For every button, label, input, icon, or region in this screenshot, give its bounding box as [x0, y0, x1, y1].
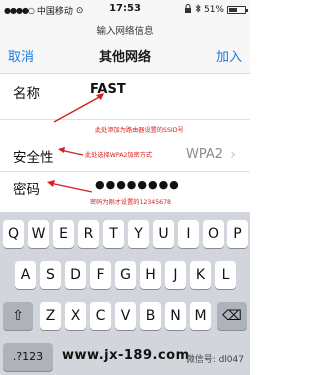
battery-icon	[227, 6, 248, 14]
key-t[interactable]: T	[103, 220, 124, 248]
key-p[interactable]: P	[227, 220, 248, 248]
network-form: 名称 FAST 此处添加为路由器设置的SSID号 安全性 此处选择WPA2加密方…	[0, 74, 250, 212]
password-label: 密码	[13, 182, 40, 198]
key-b[interactable]: B	[140, 302, 161, 330]
name-row[interactable]: 名称 FAST 此处添加为路由器设置的SSID号	[0, 74, 250, 134]
key-c[interactable]: C	[90, 302, 111, 330]
key-x[interactable]: X	[65, 302, 86, 330]
page-title: 其他网络	[98, 50, 151, 65]
key-l[interactable]: L	[215, 261, 236, 289]
bluetooth-icon	[195, 4, 201, 16]
security-value: WPA2	[186, 147, 224, 162]
key-i[interactable]: I	[178, 220, 199, 248]
key-m[interactable]: M	[190, 302, 211, 330]
key-q[interactable]: Q	[3, 220, 24, 248]
password-annotation: 密码为刚才设置的12345678	[90, 199, 171, 206]
key-v[interactable]: V	[115, 302, 136, 330]
key-d[interactable]: D	[65, 261, 86, 289]
password-row[interactable]: 密码 ●●●●●●●● 密码为刚才设置的12345678	[0, 174, 250, 212]
name-label: 名称	[13, 86, 40, 102]
join-button[interactable]: 加入	[216, 46, 242, 65]
key-f[interactable]: F	[90, 261, 111, 289]
key-z[interactable]: Z	[40, 302, 61, 330]
numbers-key[interactable]: .?123	[3, 343, 53, 371]
password-field[interactable]: ●●●●●●●●	[95, 178, 180, 191]
key-h[interactable]: H	[140, 261, 161, 289]
key-a[interactable]: A	[15, 261, 36, 289]
password-arrow-icon	[47, 180, 93, 193]
security-arrow-icon	[58, 147, 84, 156]
name-annotation: 此处添加为路由器设置的SSID号	[95, 127, 184, 134]
shift-key[interactable]: ⇧	[3, 302, 33, 330]
key-s[interactable]: S	[40, 261, 61, 289]
chevron-right-icon: ›	[230, 145, 236, 163]
key-w[interactable]: W	[28, 220, 49, 248]
status-bar: ●●●●○ 中国移动 ⊙ 17:53 51%	[0, 0, 250, 19]
security-label: 安全性	[13, 150, 54, 166]
key-k[interactable]: K	[190, 261, 211, 289]
key-g[interactable]: G	[115, 261, 136, 289]
key-e[interactable]: E	[53, 220, 74, 248]
key-j[interactable]: J	[165, 261, 186, 289]
nav-subtitle: 输入网络信息	[96, 26, 154, 37]
security-annotation: 此处选择WPA2加密方式	[85, 152, 153, 159]
key-n[interactable]: N	[165, 302, 186, 330]
key-y[interactable]: Y	[128, 220, 149, 248]
name-arrow-icon	[53, 93, 104, 123]
battery-percent: 51%	[203, 5, 224, 15]
keyboard: Q W E R T Y U I O P A S D F G H J K L ⇧ …	[0, 212, 250, 375]
delete-key[interactable]: ⌫	[217, 302, 247, 330]
nav-bar: 输入网络信息 取消 其他网络 加入	[0, 19, 250, 74]
key-u[interactable]: U	[153, 220, 174, 248]
key-o[interactable]: O	[203, 220, 224, 248]
lock-icon	[184, 4, 192, 16]
key-r[interactable]: R	[78, 220, 99, 248]
security-row[interactable]: 安全性 此处选择WPA2加密方式 WPA2 ›	[0, 140, 250, 172]
